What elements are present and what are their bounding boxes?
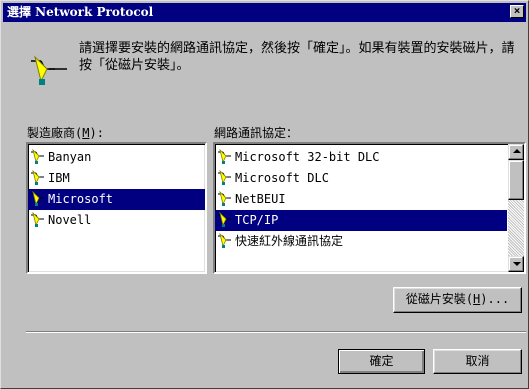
protocol-item[interactable]: 快速紅外線通訊協定	[215, 231, 507, 252]
protocol-icon	[31, 149, 44, 164]
network-protocol-icon	[31, 55, 67, 85]
list-item-label: Novell	[48, 213, 92, 227]
protocol-icon	[218, 149, 231, 164]
close-button[interactable]: ×	[510, 5, 524, 18]
list-item-label: Microsoft DLC	[235, 171, 329, 185]
manufacturer-item[interactable]: IBM	[28, 168, 205, 189]
protocol-item[interactable]: NetBEUI	[215, 189, 507, 210]
protocol-icon	[31, 212, 44, 227]
instruction-text: 請選擇要安裝的網路通訊協定，然後按「確定」。如果有裝置的安裝磁片，請按「從磁片安…	[79, 41, 515, 73]
close-icon: ×	[513, 4, 521, 17]
protocol-icon	[218, 170, 231, 185]
manufacturers-list[interactable]: Banyan IBM Microsoft Novell	[26, 142, 207, 274]
ok-button[interactable]: 確定	[338, 349, 425, 374]
protocol-item[interactable]: Microsoft 32-bit DLC	[215, 147, 507, 168]
list-item-label: Microsoft 32-bit DLC	[235, 150, 380, 164]
list-item-label: IBM	[48, 171, 70, 185]
list-item-label: Microsoft	[48, 192, 114, 206]
protocol-icon	[31, 191, 44, 206]
protocol-icon	[218, 233, 231, 248]
vertical-scrollbar[interactable]	[508, 144, 524, 272]
window-title: 選擇 Network Protocol	[7, 5, 154, 19]
manufacturer-item[interactable]: Banyan	[28, 147, 205, 168]
list-item-label: Banyan	[48, 150, 92, 164]
manufacturers-label: 製造廠商(M):	[27, 126, 104, 140]
protocol-icon	[218, 191, 231, 206]
protocol-icon	[31, 170, 44, 185]
list-item-label: NetBEUI	[235, 192, 286, 206]
protocol-icon	[218, 212, 231, 227]
separator	[26, 331, 526, 333]
list-item-label: 快速紅外線通訊協定	[235, 234, 344, 248]
scroll-up-button[interactable]	[508, 144, 524, 160]
manufacturer-item[interactable]: Novell	[28, 210, 205, 231]
scroll-down-button[interactable]	[508, 256, 524, 272]
title-bar[interactable]: 選擇 Network Protocol ×	[3, 3, 526, 22]
manufacturer-item[interactable]: Microsoft	[28, 189, 205, 210]
protocols-label: 網路通訊協定：	[214, 126, 299, 140]
arrow-down-icon	[513, 262, 521, 266]
arrow-up-icon	[513, 149, 521, 153]
protocols-list[interactable]: Microsoft 32-bit DLC Microsoft DLC NetBEUI…	[213, 142, 526, 274]
protocol-item[interactable]: Microsoft DLC	[215, 168, 507, 189]
have-disk-button[interactable]: 從磁片安裝(H)...	[393, 287, 522, 313]
protocol-item[interactable]: TCP/IP	[215, 210, 507, 231]
scroll-thumb[interactable]	[508, 160, 524, 200]
dialog-window: 選擇 Network Protocol × 請選擇要安裝的網路通訊協定，然後按「…	[0, 0, 529, 389]
cancel-button[interactable]: 取消	[433, 349, 522, 374]
list-item-label: TCP/IP	[235, 213, 279, 227]
